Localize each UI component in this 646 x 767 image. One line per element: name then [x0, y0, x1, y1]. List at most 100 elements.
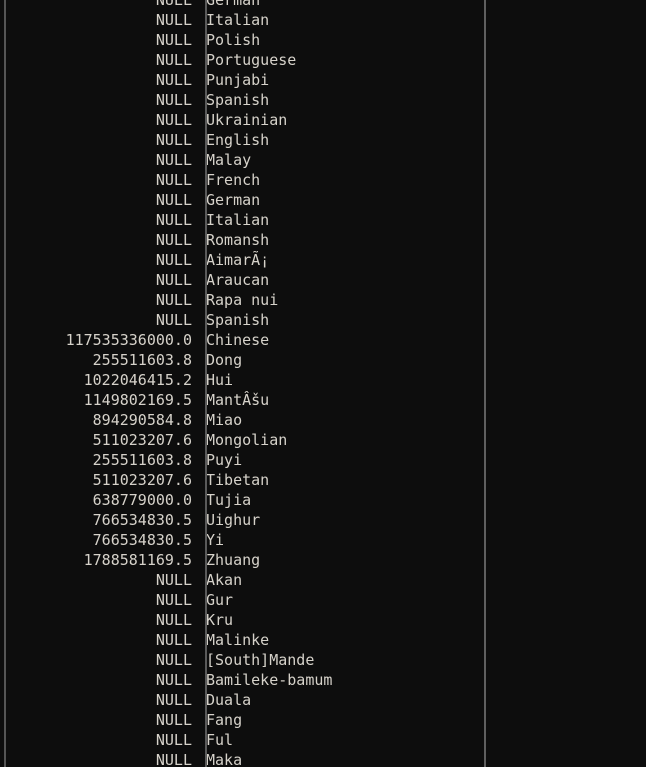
table-row[interactable]: NULL Spanish [0, 90, 484, 110]
cell-language[interactable]: Malay [192, 150, 484, 170]
table-row[interactable]: NULL Malay [0, 150, 484, 170]
cell-value[interactable]: NULL [0, 610, 192, 630]
cell-language[interactable]: German [192, 190, 484, 210]
table-row[interactable]: 117535336000.0 Chinese [0, 330, 484, 350]
cell-value[interactable]: 766534830.5 [0, 510, 192, 530]
cell-language[interactable]: Polish [192, 30, 484, 50]
table-row[interactable]: NULL Portuguese [0, 50, 484, 70]
cell-language[interactable]: Miao [192, 410, 484, 430]
cell-value[interactable]: NULL [0, 190, 192, 210]
cell-language[interactable]: French [192, 170, 484, 190]
table-row[interactable]: 1149802169.5 MantÂšu [0, 390, 484, 410]
cell-value[interactable]: 117535336000.0 [0, 330, 192, 350]
table-row[interactable]: 766534830.5 Yi [0, 530, 484, 550]
cell-value[interactable]: 255511603.8 [0, 350, 192, 370]
cell-language[interactable]: Romansh [192, 230, 484, 250]
cell-language[interactable]: MantÂšu [192, 390, 484, 410]
cell-value[interactable]: 1788581169.5 [0, 550, 192, 570]
cell-value[interactable]: NULL [0, 590, 192, 610]
table-row[interactable]: NULL German [0, 0, 484, 10]
cell-language[interactable]: Dong [192, 350, 484, 370]
cell-value[interactable]: NULL [0, 710, 192, 730]
cell-language[interactable]: English [192, 130, 484, 150]
cell-value[interactable]: NULL [0, 270, 192, 290]
cell-value[interactable]: NULL [0, 90, 192, 110]
cell-language[interactable]: Tibetan [192, 470, 484, 490]
table-row[interactable]: NULL Polish [0, 30, 484, 50]
cell-language[interactable]: Yi [192, 530, 484, 550]
table-row[interactable]: NULL Bamileke-bamum [0, 670, 484, 690]
cell-language[interactable]: Chinese [192, 330, 484, 350]
cell-language[interactable]: Akan [192, 570, 484, 590]
table-row[interactable]: NULL Fang [0, 710, 484, 730]
cell-language[interactable]: Italian [192, 210, 484, 230]
table-row[interactable]: NULL Malinke [0, 630, 484, 650]
cell-value[interactable]: NULL [0, 290, 192, 310]
table-row[interactable]: NULL Gur [0, 590, 484, 610]
table-row[interactable]: NULL Ukrainian [0, 110, 484, 130]
cell-value[interactable]: NULL [0, 730, 192, 750]
cell-language[interactable]: [South]Mande [192, 650, 484, 670]
cell-value[interactable]: 511023207.6 [0, 470, 192, 490]
cell-language[interactable]: Duala [192, 690, 484, 710]
cell-value[interactable]: NULL [0, 110, 192, 130]
table-row[interactable]: NULL AimarÃ¡ [0, 250, 484, 270]
cell-value[interactable]: NULL [0, 170, 192, 190]
table-row[interactable]: NULL Rapa nui [0, 290, 484, 310]
table-row[interactable]: NULL Romansh [0, 230, 484, 250]
cell-value[interactable]: NULL [0, 750, 192, 767]
cell-value[interactable]: NULL [0, 50, 192, 70]
cell-language[interactable]: Mongolian [192, 430, 484, 450]
cell-language[interactable]: Uighur [192, 510, 484, 530]
cell-value[interactable]: NULL [0, 0, 192, 10]
table-row[interactable]: NULL English [0, 130, 484, 150]
cell-value[interactable]: NULL [0, 210, 192, 230]
cell-value[interactable]: 255511603.8 [0, 450, 192, 470]
cell-language[interactable]: Gur [192, 590, 484, 610]
cell-language[interactable]: Tujia [192, 490, 484, 510]
table-row[interactable]: 638779000.0 Tujia [0, 490, 484, 510]
cell-value[interactable]: NULL [0, 310, 192, 330]
table-row[interactable]: NULL Duala [0, 690, 484, 710]
cell-language[interactable]: Spanish [192, 310, 484, 330]
cell-language[interactable]: Malinke [192, 630, 484, 650]
cell-value[interactable]: 638779000.0 [0, 490, 192, 510]
table-row[interactable]: 255511603.8 Dong [0, 350, 484, 370]
cell-language[interactable]: German [192, 0, 484, 10]
table-row[interactable]: 894290584.8 Miao [0, 410, 484, 430]
cell-language[interactable]: AimarÃ¡ [192, 250, 484, 270]
cell-value[interactable]: NULL [0, 150, 192, 170]
cell-language[interactable]: Spanish [192, 90, 484, 110]
table-row[interactable]: NULL Araucan [0, 270, 484, 290]
cell-value[interactable]: NULL [0, 670, 192, 690]
table-row[interactable]: NULL Maka [0, 750, 484, 767]
table-row[interactable]: 511023207.6 Tibetan [0, 470, 484, 490]
cell-value[interactable]: 511023207.6 [0, 430, 192, 450]
cell-value[interactable]: NULL [0, 630, 192, 650]
cell-language[interactable]: Maka [192, 750, 484, 767]
cell-language[interactable]: Puyi [192, 450, 484, 470]
cell-value[interactable]: 894290584.8 [0, 410, 192, 430]
cell-value[interactable]: NULL [0, 130, 192, 150]
table-row[interactable]: NULL Kru [0, 610, 484, 630]
cell-value[interactable]: NULL [0, 690, 192, 710]
column-separator[interactable] [205, 0, 207, 767]
cell-language[interactable]: Rapa nui [192, 290, 484, 310]
table-row[interactable]: NULL Akan [0, 570, 484, 590]
cell-value[interactable]: NULL [0, 570, 192, 590]
cell-value[interactable]: 766534830.5 [0, 530, 192, 550]
cell-value[interactable]: NULL [0, 650, 192, 670]
result-grid[interactable]: NULL German NULL Italian NULL Polish NULL Portu… [0, 0, 484, 767]
cell-language[interactable]: Italian [192, 10, 484, 30]
cell-value[interactable]: NULL [0, 10, 192, 30]
cell-value[interactable]: 1022046415.2 [0, 370, 192, 390]
table-row[interactable]: 255511603.8 Puyi [0, 450, 484, 470]
cell-language[interactable]: Kru [192, 610, 484, 630]
table-row[interactable]: 1022046415.2 Hui [0, 370, 484, 390]
cell-language[interactable]: Fang [192, 710, 484, 730]
cell-language[interactable]: Zhuang [192, 550, 484, 570]
table-row[interactable]: 1788581169.5 Zhuang [0, 550, 484, 570]
cell-value[interactable]: NULL [0, 230, 192, 250]
cell-language[interactable]: Araucan [192, 270, 484, 290]
cell-value[interactable]: NULL [0, 70, 192, 90]
